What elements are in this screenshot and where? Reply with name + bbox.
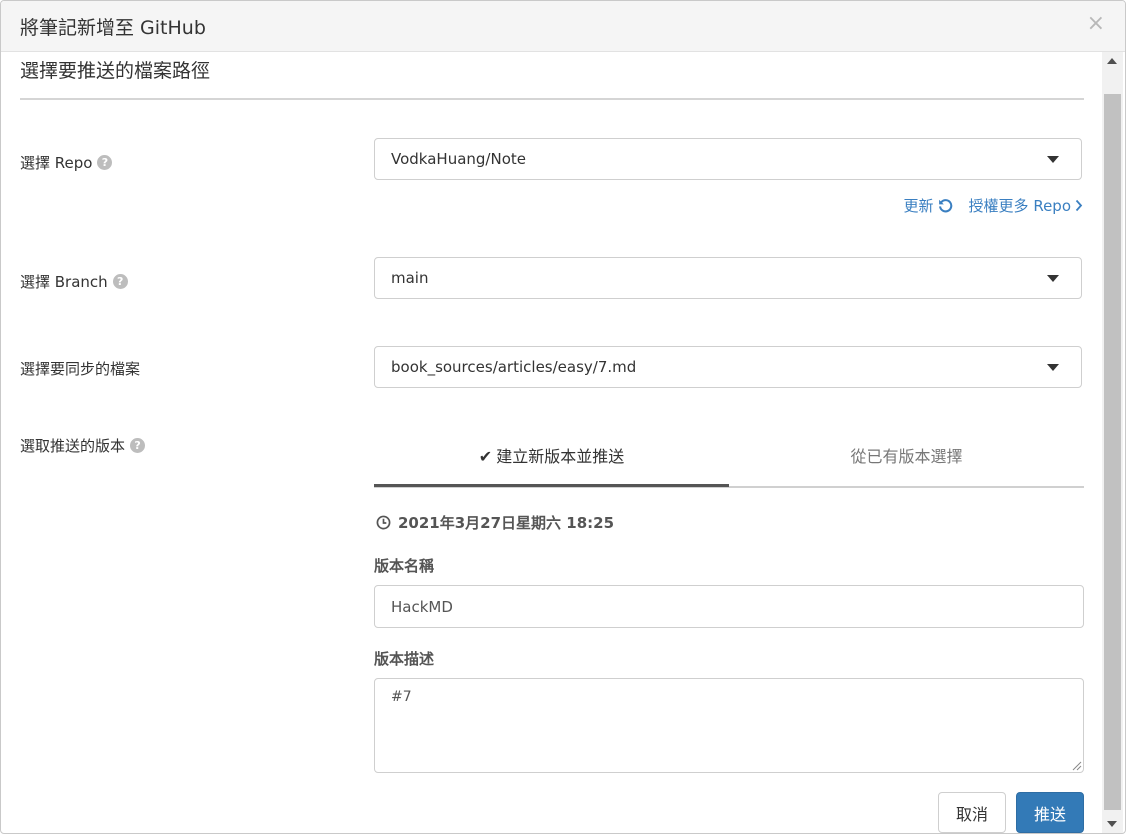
version-desc-textarea[interactable]: #7 bbox=[374, 678, 1084, 773]
authorize-more-repo-link[interactable]: 授權更多 Repo bbox=[969, 195, 1083, 216]
section-title: 選擇要推送的檔案路徑 bbox=[20, 60, 211, 82]
repo-label: 選擇 Repo bbox=[20, 154, 93, 172]
caret-down-icon bbox=[1047, 364, 1059, 371]
version-label-row: 選取推送的版本 ? bbox=[20, 435, 146, 456]
dialog-title: 將筆記新增至 GitHub bbox=[20, 17, 206, 39]
refresh-link-label: 更新 bbox=[903, 197, 934, 215]
tab-choose-existing-version-label: 從已有版本選擇 bbox=[850, 447, 963, 466]
dialog-body: 選擇要推送的檔案路徑 選擇 Repo ? VodkaHuang/Note 更新 … bbox=[1, 52, 1101, 833]
cancel-button[interactable]: 取消 bbox=[938, 792, 1006, 833]
file-select[interactable]: book_sources/articles/easy/7.md bbox=[374, 346, 1082, 388]
tab-create-new-version-label: 建立新版本並推送 bbox=[496, 447, 625, 466]
refresh-link[interactable]: 更新 bbox=[904, 195, 953, 216]
tab-choose-existing-version[interactable]: 從已有版本選擇 bbox=[729, 435, 1084, 484]
branch-select-value: main bbox=[391, 269, 429, 287]
caret-down-icon bbox=[1047, 275, 1059, 282]
dialog-header: 將筆記新增至 GitHub × bbox=[1, 1, 1125, 52]
branch-label-row: 選擇 Branch ? bbox=[20, 271, 128, 292]
file-label-row: 選擇要同步的檔案 bbox=[20, 358, 140, 379]
refresh-icon bbox=[938, 199, 952, 213]
authorize-link-label: 授權更多 Repo bbox=[968, 197, 1071, 215]
branch-label: 選擇 Branch bbox=[20, 273, 108, 291]
help-icon[interactable]: ? bbox=[97, 155, 113, 170]
caret-down-icon bbox=[1047, 156, 1059, 163]
vertical-scrollbar[interactable] bbox=[1102, 52, 1123, 833]
scrollbar-thumb[interactable] bbox=[1104, 94, 1121, 810]
close-button[interactable]: × bbox=[1087, 12, 1105, 36]
version-desc-label: 版本描述 bbox=[374, 650, 435, 668]
section-divider bbox=[20, 98, 1084, 100]
version-name-input[interactable] bbox=[374, 585, 1084, 628]
help-icon[interactable]: ? bbox=[130, 438, 146, 453]
timestamp-text: 2021年3月27日星期六 18:25 bbox=[398, 514, 615, 532]
branch-select[interactable]: main bbox=[374, 257, 1082, 299]
version-tabs: ✔ 建立新版本並推送 從已有版本選擇 bbox=[374, 435, 1084, 488]
chevron-right-icon bbox=[1075, 199, 1083, 212]
version-timestamp: 2021年3月27日星期六 18:25 bbox=[376, 512, 614, 533]
push-button[interactable]: 推送 bbox=[1016, 792, 1084, 833]
help-icon[interactable]: ? bbox=[112, 274, 128, 289]
check-icon: ✔ bbox=[478, 447, 493, 466]
file-select-value: book_sources/articles/easy/7.md bbox=[391, 358, 637, 376]
repo-select-value: VodkaHuang/Note bbox=[391, 150, 526, 168]
repo-links: 更新 授權更多 Repo bbox=[904, 195, 1083, 216]
repo-label-row: 選擇 Repo ? bbox=[20, 152, 113, 173]
tab-create-new-version[interactable]: ✔ 建立新版本並推送 bbox=[374, 435, 729, 487]
file-label: 選擇要同步的檔案 bbox=[20, 360, 141, 378]
version-name-label: 版本名稱 bbox=[374, 557, 435, 575]
scroll-down-icon[interactable] bbox=[1107, 821, 1117, 827]
resize-grip-icon[interactable] bbox=[1070, 759, 1082, 771]
version-label: 選取推送的版本 bbox=[20, 437, 126, 455]
github-push-dialog: 將筆記新增至 GitHub × 選擇要推送的檔案路徑 選擇 Repo ? Vod… bbox=[0, 0, 1126, 834]
scroll-up-icon[interactable] bbox=[1107, 58, 1117, 64]
repo-select[interactable]: VodkaHuang/Note bbox=[374, 138, 1082, 180]
clock-icon bbox=[376, 515, 391, 530]
